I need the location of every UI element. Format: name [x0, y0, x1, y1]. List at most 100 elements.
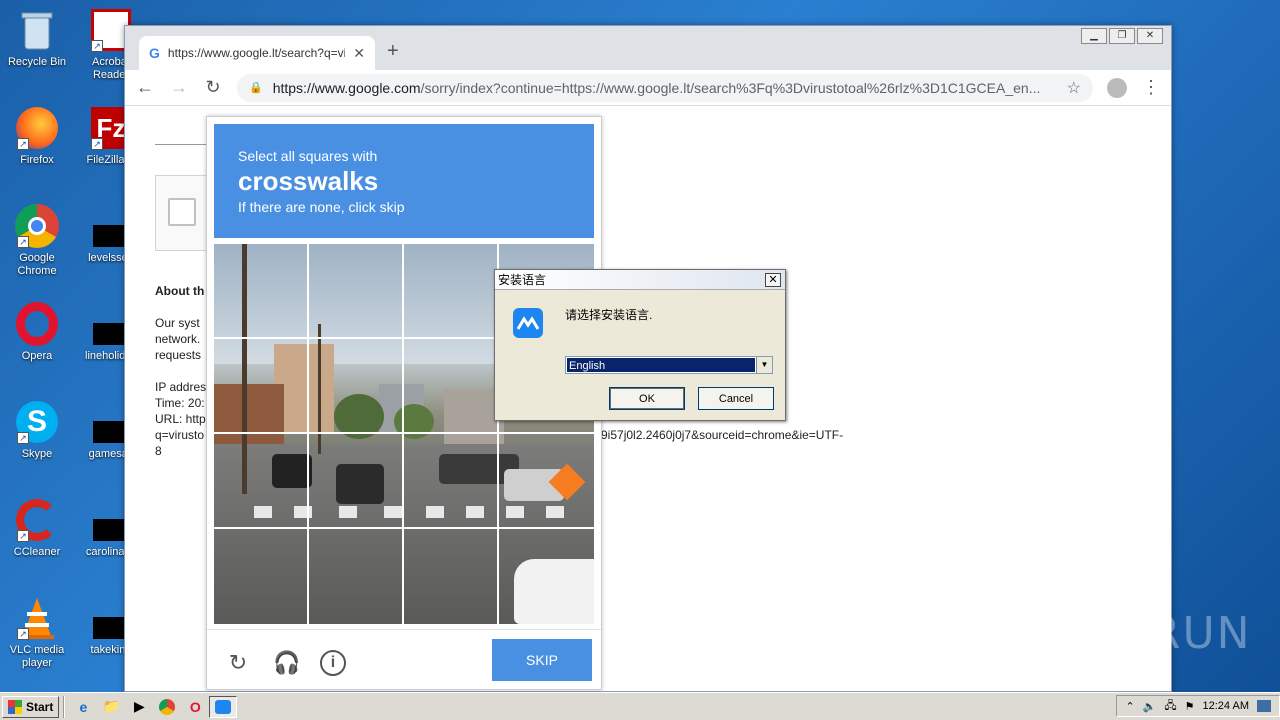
- ie-quicklaunch-icon[interactable]: e: [69, 696, 97, 718]
- show-desktop-icon[interactable]: [1257, 700, 1271, 712]
- explorer-quicklaunch-icon[interactable]: 📁: [97, 696, 125, 718]
- info-line: Time: 20:: [155, 396, 205, 410]
- vlc-cone-icon: ↗: [15, 596, 59, 640]
- bookmark-star-icon[interactable]: ☆: [1067, 78, 1081, 98]
- browser-toolbar: ← → ↻ 🔒 https://www.google.com/sorry/ind…: [125, 70, 1171, 106]
- new-tab-button[interactable]: +: [387, 40, 399, 63]
- start-label: Start: [26, 699, 54, 714]
- profile-avatar-icon[interactable]: [1107, 77, 1127, 98]
- info-line: IP addres: [155, 380, 207, 394]
- crosswalk-stripe: [546, 506, 564, 518]
- firefox-icon: ↗: [15, 106, 59, 150]
- grid-divider: [214, 527, 594, 529]
- grid-divider: [307, 244, 309, 624]
- system-tray: ⌃ 🔈 🖧 ⚑ 12:24 AM: [1116, 695, 1280, 717]
- skype-icon: S ↗: [15, 400, 59, 444]
- dialog-close-button[interactable]: ✕: [765, 273, 781, 287]
- ccleaner-icon: ↗: [15, 498, 59, 542]
- street-photo-car: [336, 464, 384, 504]
- desktop-icon-recycle-bin[interactable]: Recycle Bin: [0, 8, 74, 69]
- tray-expand-icon[interactable]: ⌃: [1125, 700, 1134, 713]
- desktop-icon-label: CCleaner: [13, 546, 61, 558]
- back-button[interactable]: ←: [135, 77, 155, 98]
- grid-divider: [402, 244, 404, 624]
- forward-button[interactable]: →: [169, 77, 189, 98]
- skip-button[interactable]: SKIP: [492, 639, 592, 681]
- restore-button[interactable]: ❐: [1109, 28, 1135, 44]
- language-select-value: English: [567, 358, 755, 372]
- opera-taskbar-icon[interactable]: O: [181, 696, 209, 718]
- volume-icon[interactable]: 🔈: [1143, 700, 1157, 713]
- google-favicon-icon: G: [149, 45, 160, 61]
- opera-icon: [15, 302, 59, 346]
- cancel-button[interactable]: Cancel: [698, 387, 774, 410]
- windows-logo-icon: [8, 699, 22, 714]
- language-select[interactable]: English ▼: [565, 356, 773, 374]
- info-line: URL: http: [155, 412, 206, 426]
- taskbar-separator: [63, 695, 66, 718]
- tab-strip: G https://www.google.lt/search?q=vir ✕ +…: [125, 26, 1171, 70]
- headphones-icon[interactable]: 🎧: [273, 650, 300, 676]
- dialog-title: 安装语言: [495, 270, 785, 290]
- shortcut-arrow-icon: ↗: [17, 236, 29, 248]
- shortcut-arrow-icon: ↗: [91, 40, 103, 52]
- url-path: /sorry/index?continue=https://www.google…: [420, 79, 1041, 96]
- challenge-footer: ↻ 🎧 i SKIP: [207, 629, 601, 691]
- refresh-icon[interactable]: ↻: [225, 650, 251, 676]
- street-photo-car: [272, 454, 312, 488]
- app-logo-icon: [513, 308, 543, 338]
- url-text: https://www.google.com/sorry/index?conti…: [273, 80, 1057, 96]
- browser-tab[interactable]: G https://www.google.lt/search?q=vir ✕: [139, 36, 375, 70]
- street-photo-pole: [242, 244, 247, 494]
- desktop-icon-label: Google Chrome: [17, 252, 57, 277]
- close-window-button[interactable]: ✕: [1137, 28, 1163, 44]
- installer-taskbar-icon[interactable]: [209, 695, 238, 718]
- info-icon[interactable]: i: [320, 650, 346, 676]
- shortcut-arrow-icon: ↗: [91, 138, 103, 150]
- chrome-icon: ↗: [15, 204, 59, 248]
- recycle-bin-icon: [15, 8, 59, 52]
- menu-kebab-icon[interactable]: ⋮: [1141, 77, 1161, 98]
- recaptcha-checkbox[interactable]: [168, 198, 196, 226]
- start-button[interactable]: Start: [2, 695, 60, 718]
- dropdown-arrow-icon[interactable]: ▼: [756, 357, 772, 373]
- dialog-message: 请选择安装语言.: [565, 308, 653, 322]
- desktop-icon-firefox[interactable]: ↗ Firefox: [0, 106, 74, 167]
- action-center-flag-icon[interactable]: ⚑: [1185, 700, 1195, 713]
- desktop-icon-label: Skype: [21, 448, 53, 460]
- desktop-icon-label: Opera: [21, 350, 53, 362]
- desktop-icon-chrome[interactable]: ↗ Google Chrome: [0, 204, 74, 278]
- info-paragraph: IP addres Time: 20: URL: http q=virusto …: [155, 379, 206, 459]
- installer-language-dialog: 安装语言 ✕ 请选择安装语言. English ▼ OK Cancel: [494, 269, 786, 421]
- address-bar[interactable]: 🔒 https://www.google.com/sorry/index?con…: [237, 73, 1093, 102]
- about-heading: About th: [155, 284, 205, 298]
- desktop-icon-opera[interactable]: Opera: [0, 302, 74, 363]
- network-icon[interactable]: 🖧: [1164, 697, 1176, 716]
- reload-button[interactable]: ↻: [203, 77, 223, 98]
- close-tab-icon[interactable]: ✕: [353, 45, 365, 62]
- shortcut-arrow-icon: ↗: [17, 138, 29, 150]
- desktop-icon-label: Recycle Bin: [7, 56, 67, 68]
- anyrun-watermark: ANY RUN: [1038, 608, 1252, 659]
- shortcut-arrow-icon: ↗: [17, 432, 29, 444]
- shortcut-arrow-icon: ↗: [17, 530, 29, 542]
- crosswalk-stripe: [339, 506, 357, 518]
- crosswalk-stripe: [254, 506, 272, 518]
- chrome-taskbar-icon[interactable]: [153, 696, 181, 718]
- body-line: Our syst: [155, 316, 200, 330]
- shortcut-arrow-icon: ↗: [17, 628, 29, 640]
- desktop-icon-skype[interactable]: S ↗ Skype: [0, 400, 74, 461]
- body-line: network.: [155, 332, 201, 346]
- ok-button[interactable]: OK: [609, 387, 685, 410]
- media-player-quicklaunch-icon[interactable]: ▶: [125, 696, 153, 718]
- desktop-icon-vlc[interactable]: ↗ VLC media player: [0, 596, 74, 670]
- desktop-icon-ccleaner[interactable]: ↗ CCleaner: [0, 498, 74, 559]
- crosswalk-stripe: [426, 506, 444, 518]
- tab-title: https://www.google.lt/search?q=vir: [167, 46, 346, 60]
- clock[interactable]: 12:24 AM: [1203, 700, 1249, 712]
- minimize-button[interactable]: ▁: [1081, 28, 1107, 44]
- crosswalk-stripe: [466, 506, 484, 518]
- window-controls: ▁ ❐ ✕: [1081, 28, 1163, 44]
- url-tail-text: 9i57j0l2.2460j0j7&sourceid=chrome&ie=UTF…: [601, 428, 844, 442]
- street-photo-pole: [318, 324, 321, 454]
